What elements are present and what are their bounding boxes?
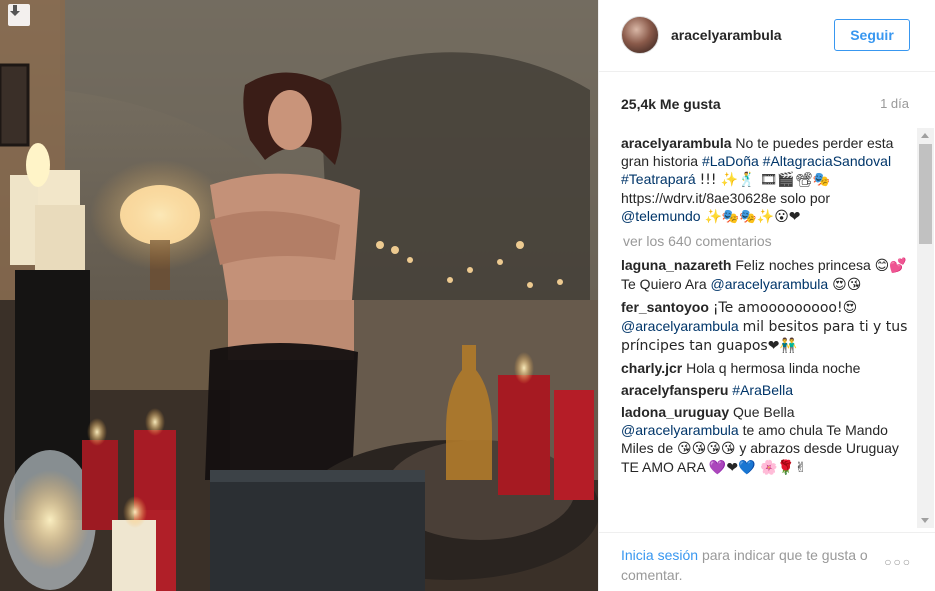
post-header: aracelyarambula Seguir [599,0,935,72]
view-comments-link[interactable]: ver los 640 comentarios [623,232,911,250]
comments-list: aracelyarambula No te puedes perder esta… [621,134,911,526]
comment-user[interactable]: aracelyfansperu [621,382,728,398]
comment-user[interactable]: laguna_nazareth [621,257,731,273]
download-button[interactable] [8,4,30,26]
comment: fer_santoyoo ¡Te amooooooooo!😍 @aracelya… [621,298,911,355]
comment: ladona_uruguay Que Bella @aracelyarambul… [621,403,911,477]
caption-text: https://wdrv.it/8ae30628e solo por [621,190,831,206]
comment-user[interactable]: charly.jcr [621,360,682,376]
scrollbar-thumb[interactable] [919,144,932,244]
comment: aracelyfansperu #AraBella [621,381,911,399]
mention[interactable]: @aracelyarambula [711,276,829,292]
post-side-panel: aracelyarambula Seguir 25,4k Me gusta 1 … [598,0,935,591]
post-time[interactable]: 1 día [880,96,909,111]
login-link[interactable]: Inicia sesión [621,547,698,563]
username[interactable]: aracelyarambula [671,27,782,43]
caption-text: !!! ✨🕺 [699,172,756,188]
caption-user[interactable]: aracelyarambula [621,135,732,151]
comment: charly.jcr Hola q hermosa linda noche [621,359,911,377]
login-prompt: Inicia sesión para indicar que te gusta … [621,545,881,585]
comment-emoji: 😊💕 [874,258,907,274]
caption-emoji: 🎞🎬📽🎭 [759,172,831,188]
comment-emoji: 😘😘😘😘 [677,441,736,457]
comments-scrollbar[interactable] [917,128,934,528]
post-footer: Inicia sesión para indicar que te gusta … [599,532,935,591]
hashtag[interactable]: #LaDoña [702,153,759,169]
photo-scene [0,0,598,591]
hashtag[interactable]: #AraBella [732,382,793,398]
comment-user[interactable]: ladona_uruguay [621,404,729,420]
scroll-up-icon[interactable] [921,133,929,138]
post-photo [0,0,598,591]
download-arrow-icon [10,5,20,16]
comment-text: Feliz noches princesa [735,257,871,273]
scroll-down-icon[interactable] [921,518,929,523]
mention[interactable]: @aracelyarambula [621,422,739,438]
comment-emoji: 😍😘 [832,277,862,293]
likes-count[interactable]: 25,4k Me gusta [621,96,721,112]
comment-user[interactable]: fer_santoyoo [621,299,709,315]
comment-text: Hola q hermosa linda noche [686,360,861,376]
comment-text: Te Quiero Ara [621,276,707,292]
comment-text: ¡Te amooooooooo!😍 [712,300,858,316]
comment: laguna_nazareth Feliz noches princesa 😊💕… [621,256,911,294]
caption-emoji: ✨🎭🎭✨😮❤ [704,209,801,225]
hashtag[interactable]: #Teatrapará [621,171,696,187]
more-options-icon[interactable]: ○○○ [884,555,912,569]
caption: aracelyarambula No te puedes perder esta… [621,134,911,226]
follow-button[interactable]: Seguir [834,19,910,51]
mention[interactable]: @aracelyarambula [621,318,739,334]
comment-emoji: 💜❤💙 🌸🌹✌ [708,460,807,476]
avatar[interactable] [621,16,659,54]
mention[interactable]: @telemundo [621,208,701,224]
hashtag[interactable]: #AltagraciaSandoval [763,153,891,169]
comment-text: Que Bella [733,404,795,420]
